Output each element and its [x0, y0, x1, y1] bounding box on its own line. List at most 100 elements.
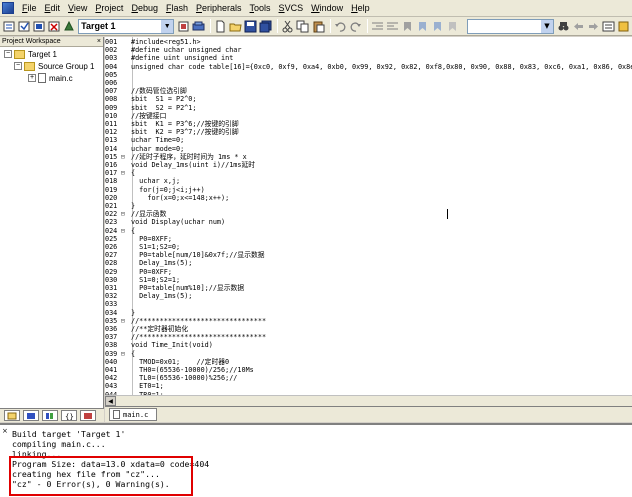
templates-tab-icon[interactable] — [80, 410, 96, 421]
code-line[interactable]: 009 sbit S2 = P2^1; — [105, 104, 632, 112]
code-line[interactable]: 035 ⊟//******************************* — [105, 317, 632, 325]
code-line[interactable]: 026 S1=1;S2=0; — [105, 243, 632, 251]
code-line[interactable]: 021} — [105, 202, 632, 210]
configure-icon[interactable] — [602, 19, 615, 34]
fold-marker-icon[interactable]: ⊟ — [121, 169, 131, 177]
code-line[interactable]: 002 #define uchar unsigned char — [105, 46, 632, 54]
code-line[interactable]: 015 ⊟//延时子程序，延时时间为 1ms * x — [105, 153, 632, 161]
code-line[interactable]: 019 for(j=0;j<i;j++) — [105, 186, 632, 194]
fold-marker-icon[interactable]: ⊟ — [121, 227, 131, 235]
code-line[interactable]: 016 void Delay_1ms(uint i)//1ms延时 — [105, 161, 632, 169]
download-icon[interactable] — [63, 19, 76, 34]
code-line[interactable]: 003 #define uint unsigned int — [105, 54, 632, 62]
code-line[interactable]: 041 TH0=(65536-10000)/256;//10Ms — [105, 366, 632, 374]
find-combo[interactable]: ▼ — [466, 18, 554, 34]
close-icon[interactable]: × — [97, 38, 101, 45]
redo-icon[interactable] — [349, 19, 362, 34]
editor-horizontal-scrollbar[interactable]: ◀ — [105, 395, 632, 406]
copy-icon[interactable] — [296, 19, 309, 34]
collapse-icon[interactable]: − — [4, 50, 12, 58]
code-line[interactable]: 038 void Time_Init(void) — [105, 341, 632, 349]
code-line[interactable]: 039 ⊟{ — [105, 350, 632, 358]
code-line[interactable]: 032 Delay_1ms(5); — [105, 292, 632, 300]
paste-icon[interactable] — [311, 19, 324, 34]
books-tab-icon[interactable] — [42, 410, 58, 421]
expand-icon[interactable]: + — [28, 74, 36, 82]
code-line[interactable]: 018 uchar x,j; — [105, 177, 632, 185]
chevron-down-icon[interactable]: ▼ — [540, 19, 553, 33]
code-line[interactable]: 004 unsigned char code table[16]={0xc0, 0… — [105, 63, 632, 71]
new-file-icon[interactable] — [214, 19, 227, 34]
code-line[interactable]: 024 ⊟{ — [105, 227, 632, 235]
code-line[interactable]: 040 TMOD=0x01; //定时器0 — [105, 358, 632, 366]
code-line[interactable]: 037 //******************************* — [105, 333, 632, 341]
menu-project[interactable]: Project — [91, 3, 127, 13]
menu-peripherals[interactable]: Peripherals — [192, 3, 246, 13]
menu-flash[interactable]: Flash — [162, 3, 192, 13]
menu-view[interactable]: View — [64, 3, 91, 13]
open-file-icon[interactable] — [229, 19, 242, 34]
code-line[interactable]: 001 #include<reg51.h> — [105, 38, 632, 46]
rebuild-icon[interactable] — [33, 19, 46, 34]
code-line[interactable]: 010 //按键接口 — [105, 112, 632, 120]
code-line[interactable]: 020 for(x=0;x<=148;x++); — [105, 194, 632, 202]
code-line[interactable]: 013 uchar Time=0; — [105, 136, 632, 144]
code-line[interactable]: 030 S1=0;S2=1; — [105, 276, 632, 284]
menu-file[interactable]: File — [18, 3, 41, 13]
indent-icon[interactable] — [371, 19, 384, 34]
code-line[interactable]: 034} — [105, 309, 632, 317]
code-line[interactable]: 005 — [105, 71, 632, 79]
code-line[interactable]: 031 P0=table[num%10];//显示数据 — [105, 284, 632, 292]
code-line[interactable]: 025 P0=0XFF; — [105, 235, 632, 243]
manage-components-icon[interactable] — [192, 19, 205, 34]
code-line[interactable]: 028 Delay_1ms(5); — [105, 259, 632, 267]
nav-back-icon[interactable] — [572, 19, 585, 34]
tab-main-c[interactable]: main.c — [109, 408, 158, 421]
fold-marker-icon[interactable]: ⊟ — [121, 210, 131, 218]
bookmark-next-icon[interactable] — [431, 19, 444, 34]
options-icon[interactable] — [617, 19, 630, 34]
undo-icon[interactable] — [334, 19, 347, 34]
fold-marker-icon[interactable]: ⊟ — [121, 153, 131, 161]
build-icon[interactable] — [18, 19, 31, 34]
compile-icon[interactable] — [3, 19, 16, 34]
fold-marker-icon[interactable]: ⊟ — [121, 317, 131, 325]
code-line[interactable]: 029 P0=0XFF; — [105, 268, 632, 276]
code-line[interactable]: 027 P0=table[num/10]&0x7f;//显示数据 — [105, 251, 632, 259]
close-icon[interactable]: × — [2, 427, 8, 435]
save-all-icon[interactable] — [259, 19, 272, 34]
menu-svcs[interactable]: SVCS — [275, 3, 308, 13]
menu-debug[interactable]: Debug — [127, 3, 162, 13]
menu-tools[interactable]: Tools — [246, 3, 275, 13]
functions-tab-icon[interactable]: {} — [61, 410, 77, 421]
unindent-icon[interactable] — [386, 19, 399, 34]
code-line[interactable]: 042 TL0=(65536-10000)%256;// — [105, 374, 632, 382]
bookmark-prev-icon[interactable] — [416, 19, 429, 34]
tree-item-target[interactable]: − Target 1 — [4, 48, 57, 60]
target-options-icon[interactable] — [177, 19, 190, 34]
code-line[interactable]: 036 //**定时器初始化 — [105, 325, 632, 333]
code-line[interactable]: 043 ET0=1; — [105, 382, 632, 390]
nav-forward-icon[interactable] — [587, 19, 600, 34]
code-line[interactable]: 012 sbit K2 = P3^7;//按键的引脚 — [105, 128, 632, 136]
bookmark-clear-icon[interactable] — [446, 19, 459, 34]
fold-marker-icon[interactable]: ⊟ — [121, 350, 131, 358]
find-icon[interactable] — [557, 19, 570, 34]
code-line[interactable]: 022 ⊟//显示函数 — [105, 210, 632, 218]
code-editor[interactable]: 001 #include<reg51.h> 002 #define uchar uns… — [105, 37, 632, 395]
collapse-icon[interactable]: − — [14, 62, 22, 70]
code-line[interactable]: 014 uchar mode=0; — [105, 145, 632, 153]
code-line[interactable]: 017 ⊟{ — [105, 169, 632, 177]
code-line[interactable]: 011 sbit K1 = P3^6;//按键的引脚 — [105, 120, 632, 128]
bookmark-toggle-icon[interactable] — [401, 19, 414, 34]
chevron-down-icon[interactable]: ▼ — [161, 19, 174, 33]
tree-item-source-group[interactable]: − Source Group 1 — [14, 60, 94, 72]
code-line[interactable]: 007 //数码管位选引脚 — [105, 87, 632, 95]
menu-edit[interactable]: Edit — [41, 3, 65, 13]
menu-window[interactable]: Window — [307, 3, 347, 13]
save-icon[interactable] — [244, 19, 257, 34]
code-line[interactable]: 008 sbit S1 = P2^0; — [105, 95, 632, 103]
tree-item-main-c[interactable]: + main.c — [28, 72, 73, 84]
stop-build-icon[interactable] — [48, 19, 61, 34]
code-line[interactable]: 023 void Display(uchar num) — [105, 218, 632, 226]
